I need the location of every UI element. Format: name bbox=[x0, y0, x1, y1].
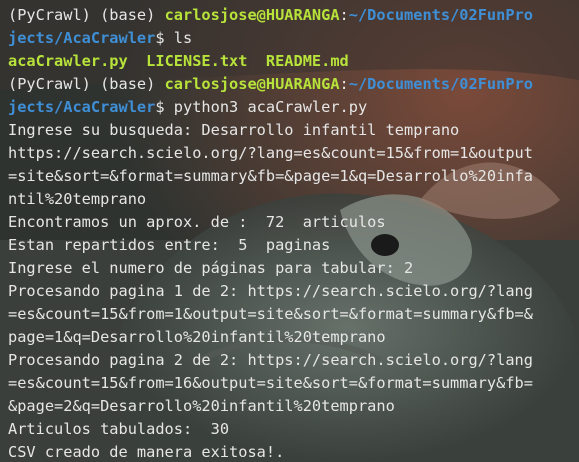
terminal-line: Articulos tabulados: 30 bbox=[8, 418, 579, 441]
terminal-segment-user: carlosjose@HUARANGA bbox=[164, 75, 340, 93]
terminal-segment-plain: =es&count=15&from=16&output=site&sort=&f… bbox=[8, 374, 533, 392]
terminal-segment-plain: (PyCrawl) (base) bbox=[8, 75, 165, 93]
terminal-line: page=1&q=Desarrollo%20infantil%20tempran… bbox=[8, 326, 579, 349]
terminal-line: CSV creado de manera exitosa!. bbox=[8, 441, 579, 462]
terminal-line: jects/AcaCrawler$ ls bbox=[8, 27, 579, 50]
terminal-line: acaCrawler.py LICENSE.txt README.md bbox=[8, 50, 579, 73]
terminal-line: Estan repartidos entre: 5 paginas bbox=[8, 234, 579, 257]
terminal-segment-plain: Estan repartidos entre: 5 paginas bbox=[8, 236, 331, 254]
terminal-line: Ingrese su busqueda: Desarrollo infantil… bbox=[8, 119, 579, 142]
terminal-line: Encontramos un aprox. de : 72 articulos bbox=[8, 211, 579, 234]
terminal-segment-plain: : bbox=[339, 75, 349, 93]
terminal-segment-plain: (PyCrawl) (base) bbox=[8, 6, 165, 24]
terminal-line: =es&count=15&from=1&output=site&sort=&fo… bbox=[8, 303, 579, 326]
terminal-segment-plain: =site&sort=&format=summary&fb=&page=1&q=… bbox=[8, 167, 533, 185]
terminal-segment-path: ~/Documents/02FunPro bbox=[348, 75, 533, 93]
terminal-segment-plain: ntil%20temprano bbox=[8, 190, 147, 208]
terminal-segment-plain: Ingrese su busqueda: Desarrollo infantil… bbox=[8, 121, 460, 139]
terminal-segment-exec: LICENSE.txt README.md bbox=[127, 52, 349, 70]
terminal-line: Ingrese el numero de páginas para tabula… bbox=[8, 257, 579, 280]
terminal-segment-exec: acaCrawler.py bbox=[8, 52, 128, 70]
terminal-line: Procesando pagina 1 de 2: https://search… bbox=[8, 280, 579, 303]
terminal-segment-plain: CSV creado de manera exitosa!. bbox=[8, 443, 285, 461]
terminal-segment-plain: &page=2&q=Desarrollo%20infantil%20tempra… bbox=[8, 397, 395, 415]
terminal-segment-path: jects/AcaCrawler bbox=[8, 98, 156, 116]
terminal-line: (PyCrawl) (base) carlosjose@HUARANGA:~/D… bbox=[8, 73, 579, 96]
terminal-segment-plain: Procesando pagina 1 de 2: https://search… bbox=[8, 282, 533, 300]
terminal-line: Procesando pagina 2 de 2: https://search… bbox=[8, 349, 579, 372]
terminal-segment-path: jects/AcaCrawler bbox=[8, 29, 156, 47]
terminal-segment-user: carlosjose@HUARANGA bbox=[164, 6, 340, 24]
terminal-line: https://search.scielo.org/?lang=es&count… bbox=[8, 142, 579, 165]
terminal-segment-plain: page=1&q=Desarrollo%20infantil%20tempran… bbox=[8, 328, 386, 346]
terminal-segment-plain: Ingrese el numero de páginas para tabula… bbox=[8, 259, 414, 277]
terminal-segment-plain: : bbox=[339, 6, 349, 24]
terminal-line: (PyCrawl) (base) carlosjose@HUARANGA:~/D… bbox=[8, 4, 579, 27]
terminal-segment-plain: $ python3 acaCrawler.py bbox=[155, 98, 368, 116]
terminal-segment-path: ~/Documents/02FunPro bbox=[348, 6, 533, 24]
terminal-line: jects/AcaCrawler$ python3 acaCrawler.py bbox=[8, 96, 579, 119]
terminal-line: &page=2&q=Desarrollo%20infantil%20tempra… bbox=[8, 395, 579, 418]
terminal-segment-plain: Procesando pagina 2 de 2: https://search… bbox=[8, 351, 533, 369]
terminal-line: =site&sort=&format=summary&fb=&page=1&q=… bbox=[8, 165, 579, 188]
terminal-segment-plain: $ ls bbox=[155, 29, 193, 47]
terminal-line: =es&count=15&from=16&output=site&sort=&f… bbox=[8, 372, 579, 395]
terminal-segment-plain: Encontramos un aprox. de : 72 articulos bbox=[8, 213, 386, 231]
terminal-segment-plain: =es&count=15&from=1&output=site&sort=&fo… bbox=[8, 305, 533, 323]
terminal-output[interactable]: (PyCrawl) (base) carlosjose@HUARANGA:~/D… bbox=[8, 4, 579, 462]
terminal-segment-plain: Articulos tabulados: 30 bbox=[8, 420, 230, 438]
terminal-segment-plain: https://search.scielo.org/?lang=es&count… bbox=[8, 144, 533, 162]
terminal-line: ntil%20temprano bbox=[8, 188, 579, 211]
